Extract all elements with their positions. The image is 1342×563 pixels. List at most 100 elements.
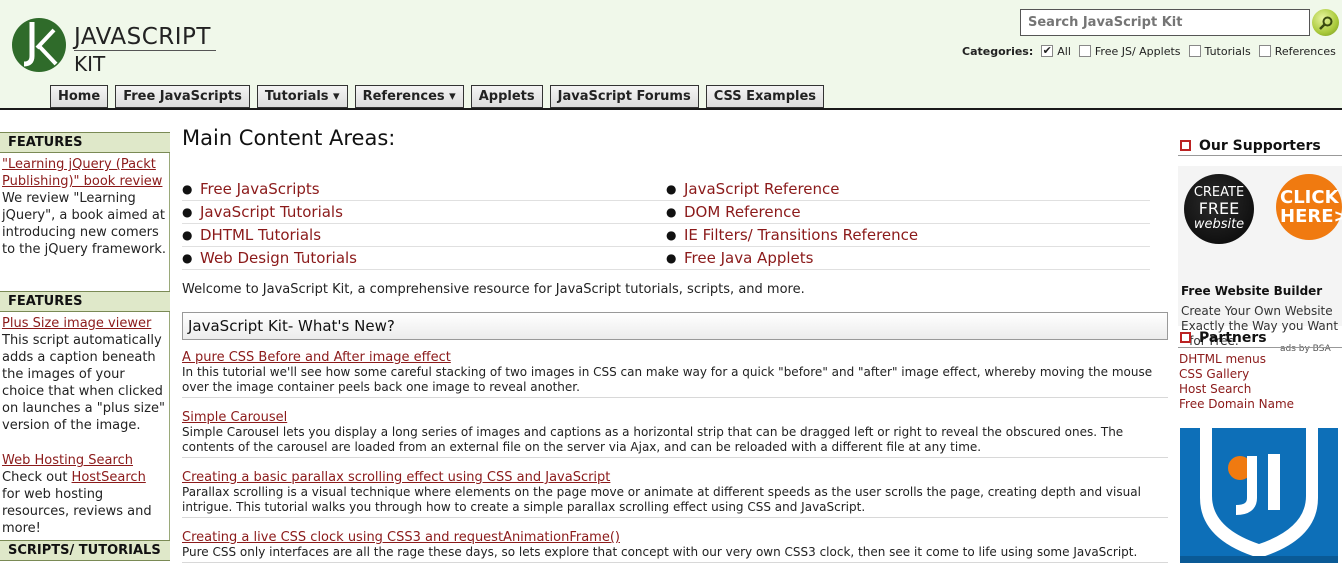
area-item[interactable]: ● IE Filters/ Transitions Reference xyxy=(666,224,1150,247)
click-line-2: HERE> xyxy=(1280,206,1342,227)
area-link[interactable]: DOM Reference xyxy=(684,203,801,221)
partners-heading: Partners xyxy=(1178,328,1342,348)
area-item[interactable]: ● DHTML Tutorials xyxy=(182,224,666,247)
category-free-js-checkbox[interactable] xyxy=(1078,45,1091,57)
welcome-text: Welcome to JavaScript Kit, a comprehensi… xyxy=(182,282,805,297)
news-title-link[interactable]: Simple Carousel xyxy=(182,410,287,425)
nav-applets[interactable]: Applets xyxy=(470,85,543,108)
category-all-label: All xyxy=(1057,44,1071,58)
area-item[interactable]: ● Free Java Applets xyxy=(666,247,1150,270)
site-header: JAVASCRIPT KIT Categories: ✔ All Free JS… xyxy=(0,0,1342,110)
web-hosting-search-link[interactable]: Web Hosting Search xyxy=(2,453,133,468)
bullet-icon: ● xyxy=(666,228,677,242)
left-sidebar: FEATURES "Learning jQuery (Packt Publish… xyxy=(0,132,170,563)
nav-javascript-forums[interactable]: JavaScript Forums xyxy=(549,85,699,108)
area-item[interactable]: ● Web Design Tutorials xyxy=(182,247,666,270)
supporters-heading: Our Supporters xyxy=(1178,136,1342,156)
category-references[interactable]: References xyxy=(1258,44,1336,58)
category-references-checkbox[interactable] xyxy=(1258,45,1271,57)
partner-link[interactable]: CSS Gallery xyxy=(1179,367,1294,382)
square-bullet-icon xyxy=(1180,332,1191,343)
news-description: In this tutorial we'll see how some care… xyxy=(182,365,1153,394)
area-item[interactable]: ● JavaScript Reference xyxy=(666,178,1150,201)
category-free-js-applets[interactable]: Free JS/ Applets xyxy=(1078,44,1181,58)
news-item: A pure CSS Before and After image effect… xyxy=(182,350,1168,398)
area-link[interactable]: Web Design Tutorials xyxy=(200,249,357,267)
web-hosting-text-post: for web hosting resources, reviews and m… xyxy=(2,487,152,536)
jetbrains-ad-banner[interactable] xyxy=(1180,428,1338,563)
news-title-link[interactable]: Creating a basic parallax scrolling effe… xyxy=(182,470,610,485)
search-input[interactable] xyxy=(1020,9,1310,36)
badge-line-3: website xyxy=(1193,217,1245,232)
click-here-button[interactable]: CLICK HERE> xyxy=(1276,174,1342,240)
content-areas-right: ● JavaScript Reference ● DOM Reference ● IE… xyxy=(666,178,1150,270)
nav-free-javascripts[interactable]: Free JavaScripts xyxy=(115,85,250,108)
create-free-website-badge: CREATE FREE website xyxy=(1184,174,1254,244)
category-all-checkbox[interactable]: ✔ xyxy=(1041,45,1054,57)
intellij-logo-icon xyxy=(1180,428,1338,563)
badge-line-2: FREE xyxy=(1198,199,1240,218)
nav-css-examples[interactable]: CSS Examples xyxy=(705,85,825,108)
category-tutorials-label: Tutorials xyxy=(1204,44,1251,58)
site-logo[interactable]: JAVASCRIPT KIT xyxy=(8,10,218,80)
partners-list: DHTML menus CSS Gallery Host Search Free… xyxy=(1179,352,1294,412)
square-bullet-icon xyxy=(1180,140,1191,151)
page-title: Main Content Areas: xyxy=(182,126,396,150)
category-tutorials-checkbox[interactable] xyxy=(1188,45,1201,57)
features-heading-1: FEATURES xyxy=(0,132,170,153)
area-link[interactable]: Free Java Applets xyxy=(684,249,813,267)
hostsearch-link[interactable]: HostSearch xyxy=(72,470,146,485)
bullet-icon: ● xyxy=(666,251,677,265)
area-link[interactable]: Free JavaScripts xyxy=(200,180,320,198)
bullet-icon: ● xyxy=(666,205,677,219)
category-tutorials[interactable]: Tutorials xyxy=(1188,44,1251,58)
area-item[interactable]: ● JavaScript Tutorials xyxy=(182,201,666,224)
logo-text-javascript: JAVASCRIPT xyxy=(74,24,211,50)
ad-title[interactable]: Free Website Builder xyxy=(1181,284,1322,298)
main-content: Main Content Areas: ● Free JavaScripts ● J… xyxy=(182,126,1170,563)
area-item[interactable]: ● Free JavaScripts xyxy=(182,178,666,201)
area-link[interactable]: DHTML Tutorials xyxy=(200,226,321,244)
features-heading-2: FEATURES xyxy=(0,291,170,312)
news-title-link[interactable]: Creating a live CSS clock using CSS3 and… xyxy=(182,530,620,545)
category-references-label: References xyxy=(1274,44,1336,58)
supporters-heading-text: Our Supporters xyxy=(1199,137,1321,154)
categories-label: Categories: xyxy=(962,44,1034,58)
news-item: Simple Carousel Simple Carousel lets you… xyxy=(182,410,1168,458)
javascript-kit-logo-icon xyxy=(12,18,66,72)
magnifier-icon xyxy=(1318,16,1332,30)
category-free-js-label: Free JS/ Applets xyxy=(1094,44,1181,58)
category-all[interactable]: ✔ All xyxy=(1041,45,1071,58)
bullet-icon: ● xyxy=(666,182,677,196)
bullet-icon: ● xyxy=(182,251,193,265)
area-link[interactable]: IE Filters/ Transitions Reference xyxy=(684,226,918,244)
logo-divider xyxy=(74,50,216,51)
news-item: Creating a basic parallax scrolling effe… xyxy=(182,470,1168,518)
bullet-icon: ● xyxy=(182,205,193,219)
news-description: Pure CSS only interfaces are all the rag… xyxy=(182,545,1138,559)
content-areas-left: ● Free JavaScripts ● JavaScript Tutorials … xyxy=(182,178,666,270)
area-link[interactable]: JavaScript Tutorials xyxy=(200,203,343,221)
news-title-link[interactable]: A pure CSS Before and After image effect xyxy=(182,350,451,365)
right-sidebar: Our Supporters CREATE FREE website CLICK… xyxy=(1178,136,1342,563)
learning-jquery-review-link[interactable]: "Learning jQuery (Packt Publishing)" boo… xyxy=(2,157,162,189)
partner-link[interactable]: Free Domain Name xyxy=(1179,397,1294,412)
nav-home[interactable]: Home xyxy=(50,85,109,108)
partner-link[interactable]: Host Search xyxy=(1179,382,1294,397)
area-item[interactable]: ● DOM Reference xyxy=(666,201,1150,224)
plus-size-image-viewer-link[interactable]: Plus Size image viewer xyxy=(2,316,151,331)
area-link[interactable]: JavaScript Reference xyxy=(684,180,840,198)
click-line-1: CLICK xyxy=(1280,187,1339,208)
nav-tutorials[interactable]: Tutorials ▾ xyxy=(256,85,348,108)
nav-references[interactable]: References ▾ xyxy=(354,85,464,108)
search-categories: Categories: ✔ All Free JS/ Applets Tutor… xyxy=(962,42,1336,60)
ad-banner[interactable]: CREATE FREE website CLICK HERE> Free Web… xyxy=(1178,166,1342,354)
features-box-2: Plus Size image viewer This script autom… xyxy=(0,312,170,540)
partner-link[interactable]: DHTML menus xyxy=(1179,352,1294,367)
bullet-icon: ● xyxy=(182,228,193,242)
scripts-tutorials-heading: SCRIPTS/ TUTORIALS xyxy=(0,540,170,561)
search-button[interactable] xyxy=(1312,9,1339,36)
news-description: Simple Carousel lets you display a long … xyxy=(182,425,1124,454)
whats-new-heading: JavaScript Kit- What's New? xyxy=(182,312,1168,340)
bullet-icon: ● xyxy=(182,182,193,196)
